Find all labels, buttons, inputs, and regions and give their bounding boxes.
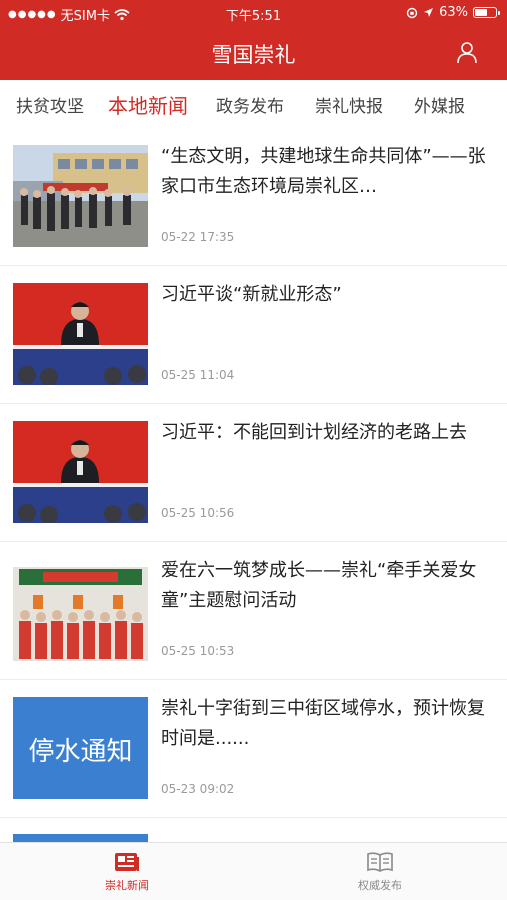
news-item-partial[interactable] xyxy=(0,828,507,842)
orientation-lock-icon xyxy=(406,7,418,18)
bottom-tab-label: 崇礼新闻 xyxy=(105,879,149,892)
app-header: 雪国崇礼 xyxy=(0,26,507,80)
user-icon[interactable] xyxy=(455,40,479,64)
book-icon xyxy=(367,852,393,872)
category-tabs: 扶贫攻坚 本地新闻 政务发布 崇礼快报 外媒报 xyxy=(0,80,507,128)
water-notice-thumbnail-text: 停水通知 xyxy=(28,737,133,767)
bottom-tab-bar: 崇礼新闻 权威发布 xyxy=(0,842,507,900)
news-item[interactable]: 停水通知 崇礼十字街到三中街区域停水，预计恢复时间是...... 05-23 0… xyxy=(0,680,507,818)
news-date: 05-25 11:04 xyxy=(161,368,235,382)
news-item[interactable]: 习近平谈“新就业形态” 05-25 11:04 xyxy=(0,266,507,404)
news-title: 爱在六一筑梦成长——崇礼“牵手关爱女童”主题慰问活动 xyxy=(161,560,477,611)
news-date: 05-25 10:56 xyxy=(161,506,235,520)
news-thumbnail xyxy=(13,145,148,247)
news-date: 05-23 09:02 xyxy=(161,782,235,796)
tab-foreign-media[interactable]: 外媒报 xyxy=(414,92,465,117)
news-title: 崇礼十字街到三中街区域停水，预计恢复时间是...... xyxy=(161,698,485,749)
tab-chongli-express[interactable]: 崇礼快报 xyxy=(315,92,383,117)
news-thumbnail xyxy=(13,283,148,385)
app-title: 雪国崇礼 xyxy=(211,43,296,67)
news-item[interactable]: “生态文明，共建地球生命共同体”——张家口市生态环境局崇礼区… 05-22 17… xyxy=(0,128,507,266)
location-arrow-icon xyxy=(424,8,434,17)
newspaper-icon xyxy=(115,853,139,871)
tab-government-releases[interactable]: 政务发布 xyxy=(216,92,284,117)
news-thumbnail xyxy=(13,421,148,523)
news-title: “生态文明，共建地球生命共同体”——张家口市生态环境局崇礼区… xyxy=(161,146,486,197)
news-date: 05-25 10:53 xyxy=(161,644,235,658)
battery-percent: 63% xyxy=(439,5,468,20)
news-thumbnail xyxy=(13,834,148,842)
status-bar: ●●●●● 无SIM卡 下午5:51 63% xyxy=(0,0,507,26)
battery-icon xyxy=(473,7,500,18)
news-title: 习近平谈“新就业形态” xyxy=(161,284,342,305)
news-thumbnail xyxy=(13,559,148,661)
news-date: 05-22 17:35 xyxy=(161,230,235,244)
tab-poverty-alleviation[interactable]: 扶贫攻坚 xyxy=(16,92,84,117)
news-item[interactable]: 爱在六一筑梦成长——崇礼“牵手关爱女童”主题慰问活动 05-25 10:53 xyxy=(0,542,507,680)
news-title: 习近平：不能回到计划经济的老路上去 xyxy=(161,422,467,443)
bottom-tab-official-releases[interactable]: 权威发布 xyxy=(320,851,440,893)
news-thumbnail: 停水通知 xyxy=(13,697,148,799)
bottom-tab-label: 权威发布 xyxy=(358,879,402,892)
news-item[interactable]: 习近平：不能回到计划经济的老路上去 05-25 10:56 xyxy=(0,404,507,542)
bottom-tab-chongli-news[interactable]: 崇礼新闻 xyxy=(67,851,187,893)
tab-local-news[interactable]: 本地新闻 xyxy=(108,90,188,119)
